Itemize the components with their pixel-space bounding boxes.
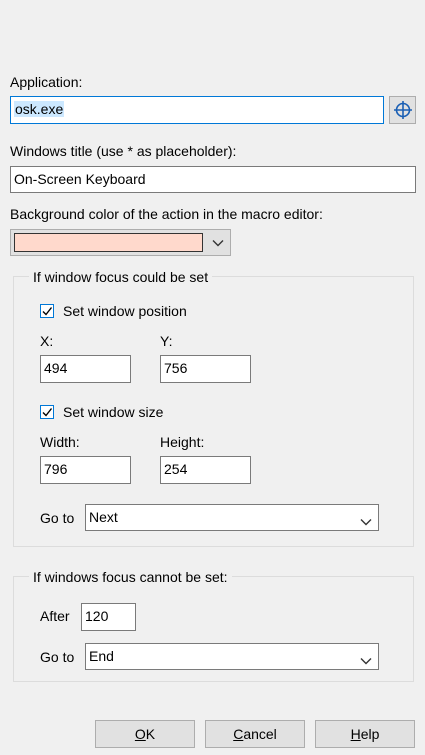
goto-select[interactable]: Next — [85, 504, 379, 531]
width-input[interactable]: 796 — [40, 456, 131, 484]
cancel-button[interactable]: Cancel — [205, 720, 305, 748]
chevron-down-icon — [360, 650, 372, 674]
set-size-label: Set window size — [63, 404, 164, 420]
window-title-label: Windows title (use * as placeholder): — [10, 143, 237, 159]
x-label: X: — [40, 333, 54, 349]
application-input[interactable]: osk.exe — [10, 96, 384, 124]
focus-not-set-group-title: If windows focus cannot be set: — [29, 569, 232, 585]
ok-mnemonic: O — [134, 726, 146, 742]
cancel-mnemonic: C — [233, 726, 244, 742]
set-size-checkbox[interactable] — [40, 405, 54, 419]
chevron-down-icon — [212, 236, 224, 252]
goto-label: Go to — [40, 510, 75, 526]
after-input[interactable]: 120 — [81, 603, 136, 631]
chevron-down-icon — [360, 511, 372, 535]
help-button[interactable]: Help — [315, 720, 415, 748]
set-position-checkbox[interactable] — [40, 304, 54, 318]
checkmark-icon — [41, 406, 53, 418]
window-title-input[interactable]: On-Screen Keyboard — [10, 166, 416, 193]
goto-value: Next — [89, 509, 118, 525]
goto-label: Go to — [40, 649, 75, 665]
x-input[interactable]: 494 — [40, 355, 131, 383]
goto-select[interactable]: End — [85, 643, 379, 670]
height-label: Height: — [160, 434, 205, 450]
background-color-select[interactable] — [10, 229, 231, 256]
ok-label-rest: K — [145, 726, 156, 742]
crosshair-icon — [393, 100, 413, 120]
y-label: Y: — [160, 333, 173, 349]
pick-window-button[interactable] — [389, 96, 416, 124]
ok-button[interactable]: OK — [95, 720, 195, 748]
color-swatch — [14, 233, 203, 252]
checkmark-icon — [41, 305, 53, 317]
focus-set-group-title: If window focus could be set — [29, 269, 213, 285]
help-label-rest: elp — [360, 726, 380, 742]
after-label: After — [40, 608, 70, 624]
set-position-label: Set window position — [63, 303, 187, 319]
background-color-label: Background color of the action in the ma… — [10, 206, 323, 222]
y-input[interactable]: 756 — [160, 355, 251, 383]
goto-value: End — [89, 648, 114, 664]
help-mnemonic: H — [350, 726, 361, 742]
width-label: Width: — [40, 434, 80, 450]
cancel-label-rest: ancel — [243, 726, 277, 742]
application-value: osk.exe — [14, 101, 65, 117]
application-label: Application: — [10, 74, 83, 90]
height-input[interactable]: 254 — [160, 456, 251, 484]
